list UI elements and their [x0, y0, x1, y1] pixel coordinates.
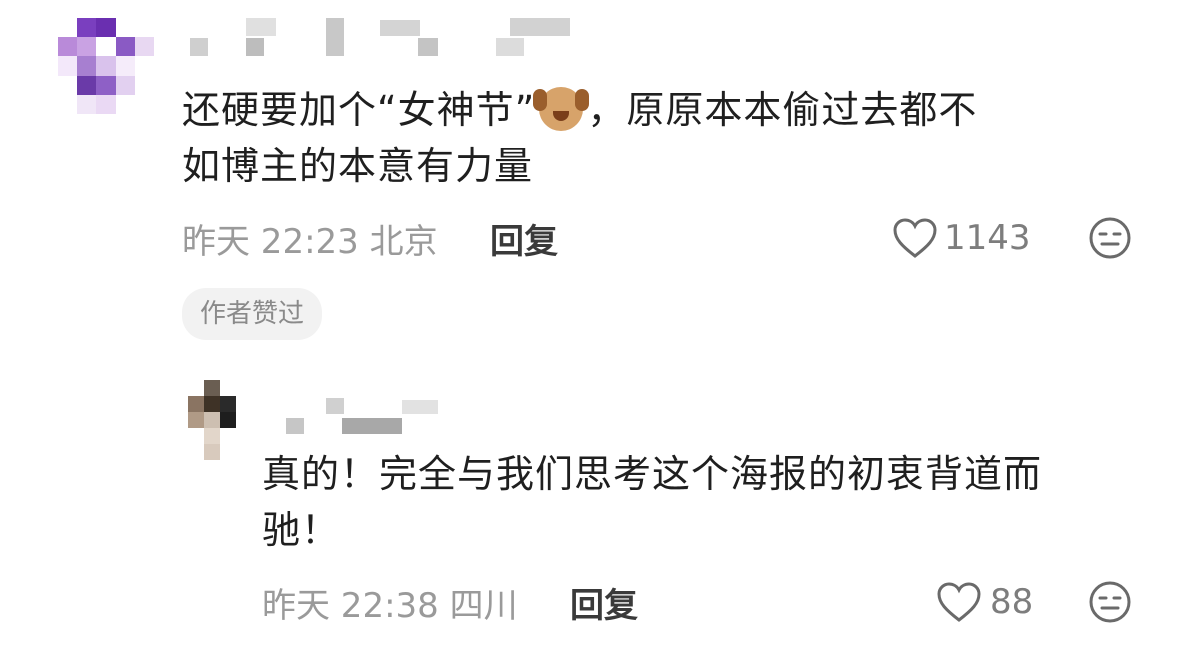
- comment-meta: 昨天 22:23 北京: [182, 214, 438, 263]
- reply-like-count: 88: [990, 582, 1034, 622]
- like-button[interactable]: 1143: [892, 214, 1031, 262]
- reply-time: 昨天 22:38: [262, 586, 439, 626]
- reply-button[interactable]: 回复: [490, 214, 558, 263]
- reply-like-button[interactable]: 88: [936, 578, 1033, 626]
- reply-avatar[interactable]: [188, 380, 252, 460]
- username-blurred[interactable]: [180, 18, 580, 62]
- comment-location: 北京: [369, 222, 438, 262]
- reply-reply-button[interactable]: 回复: [570, 578, 638, 627]
- like-count: 1143: [944, 218, 1031, 258]
- laughing-dog-emoji-icon: [533, 87, 590, 131]
- dislike-button[interactable]: [1088, 216, 1132, 264]
- author-liked-badge: 作者赞过: [182, 288, 323, 340]
- heart-icon: [937, 582, 981, 622]
- neutral-face-icon: [1089, 217, 1131, 259]
- reply-meta: 昨天 22:38 四川: [262, 578, 518, 627]
- neutral-face-icon: [1089, 581, 1131, 623]
- reply-location: 四川: [449, 586, 518, 626]
- reply-text: 真的！完全与我们思考这个海报的初衷背道而 驰！: [262, 446, 1162, 558]
- reply-dislike-button[interactable]: [1088, 580, 1132, 628]
- reply-text-line1: 真的！完全与我们思考这个海报的初衷背道而: [262, 452, 1043, 496]
- avatar[interactable]: [58, 18, 154, 114]
- reply-username-blurred[interactable]: [266, 396, 466, 440]
- reply-text-line2: 驰！: [262, 508, 341, 552]
- comment-text-part2: ，原原本本偷过去都不: [587, 88, 978, 132]
- comment-time: 昨天 22:23: [182, 222, 359, 262]
- comment-text: 还硬要加个“女神节” ，原原本本偷过去都不 如博主的本意有力量: [182, 82, 1142, 194]
- comment-text-line2: 如博主的本意有力量: [182, 144, 534, 188]
- comment-text-part1: 还硬要加个“女神节”: [182, 88, 536, 132]
- heart-icon: [893, 218, 937, 258]
